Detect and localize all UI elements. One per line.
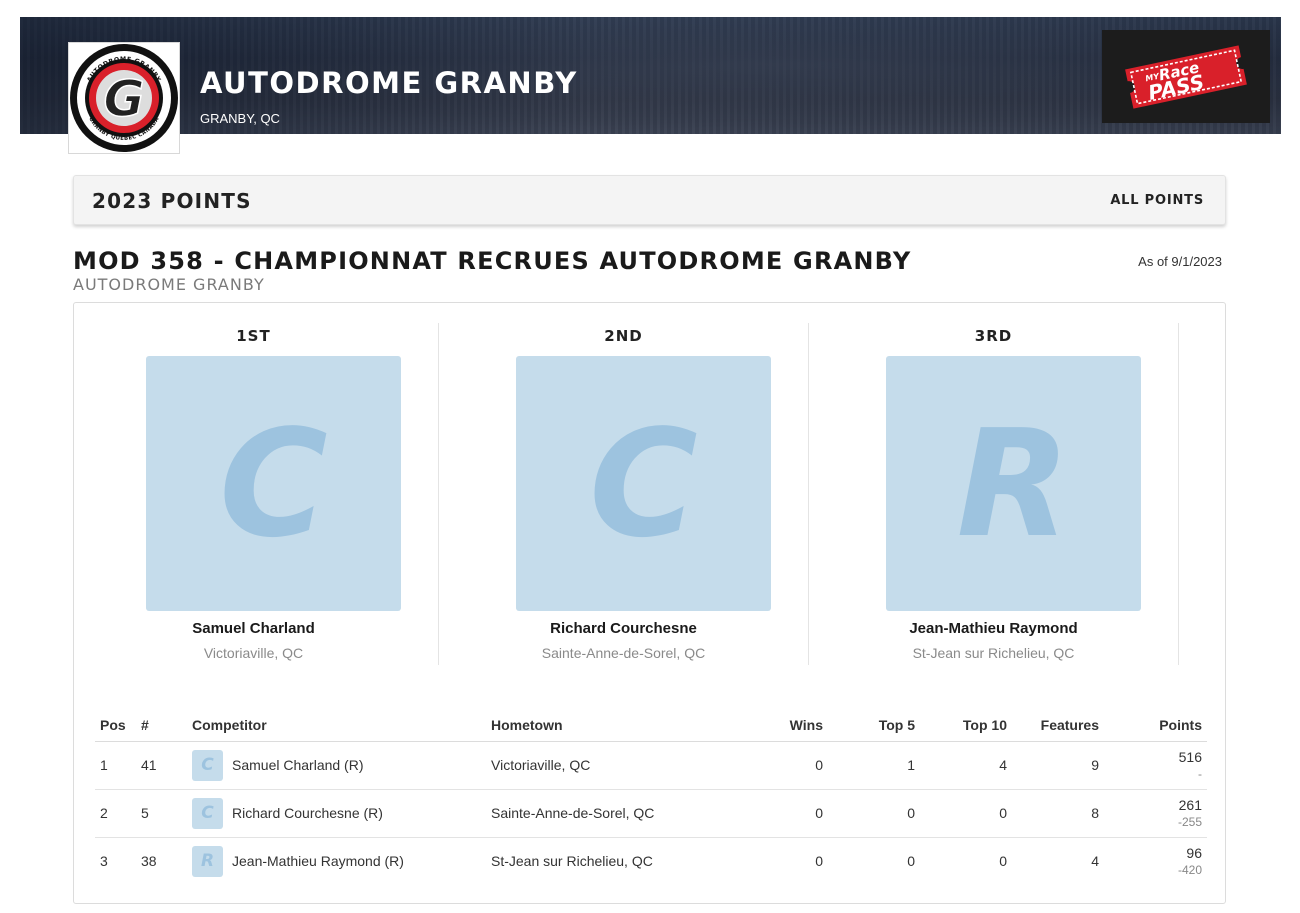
podium-driver-hometown: Sainte-Anne-de-Sorel, QC (541, 645, 706, 661)
competitor-name-link[interactable]: Richard Courchesne (R) (232, 805, 383, 821)
cell-wins: 0 (815, 853, 823, 870)
podium-place-label: 2ND (604, 327, 643, 345)
cell-competitor: R Jean-Mathieu Raymond (R) (192, 837, 491, 885)
points-behind: -255 (1177, 814, 1202, 829)
col-header-top5[interactable]: Top 5 (823, 709, 915, 742)
driver-avatar[interactable]: R (192, 845, 223, 877)
podium-driver-hometown: Victoriaville, QC (203, 645, 304, 661)
myracepass-ticket-icon: MY Race PASS (1125, 44, 1247, 109)
podium-place-label: 3RD (974, 327, 1013, 345)
driver-photo-placeholder[interactable]: R (886, 356, 1141, 611)
cell-features: 8 (1007, 789, 1099, 838)
driver-avatar[interactable]: C (192, 749, 223, 781)
cell-top5: 0 (823, 789, 915, 838)
competitor-name-link[interactable]: Samuel Charland (R) (232, 757, 364, 773)
cell-points: 96 -420 (1099, 837, 1207, 885)
svg-text:G: G (103, 70, 144, 128)
points-behind: - (1198, 766, 1202, 781)
cell-pos: 2 (95, 789, 141, 838)
podium-first: 1ST C Samuel Charland Victoriaville, QC (69, 323, 439, 665)
podium-driver-name[interactable]: Jean-Mathieu Raymond (809, 620, 1178, 637)
points-title: 2023 POINTS (92, 189, 252, 213)
podium-third: 3RD R Jean-Mathieu Raymond St-Jean sur R… (809, 323, 1179, 665)
cell-wins: 0 (743, 741, 823, 790)
col-header-wins[interactable]: Wins (743, 709, 823, 742)
track-location: GRANBY, QC (200, 111, 280, 126)
podium-place-label: 1ST (236, 327, 271, 345)
cell-points: 516 - (1099, 741, 1207, 790)
cell-hometown: Victoriaville, QC (491, 741, 743, 790)
class-subtitle: AUTODROME GRANBY (73, 275, 265, 294)
col-header-points[interactable]: Points (1099, 709, 1207, 742)
all-points-link[interactable]: ALL POINTS (1110, 193, 1204, 208)
cell-competitor: C Samuel Charland (R) (192, 741, 491, 790)
cell-hometown: St-Jean sur Richelieu, QC (491, 853, 653, 870)
autodrome-granby-logo-icon: G AUTODROME GRANBY GRANBY QUEBEC CANADA (70, 44, 178, 152)
podium-driver-hometown: St-Jean sur Richelieu, QC (912, 645, 1075, 661)
table-row: 3 38 R Jean-Mathieu Raymond (R) St-Jean … (95, 837, 1207, 885)
podium-driver-name[interactable]: Richard Courchesne (439, 620, 808, 637)
points-value: 96 (1186, 844, 1202, 861)
col-header-competitor[interactable]: Competitor (192, 709, 491, 742)
cell-pos: 1 (95, 741, 141, 790)
track-logo-icon[interactable]: G AUTODROME GRANBY GRANBY QUEBEC CANADA (68, 42, 180, 154)
myracepass-logo-icon[interactable]: MY Race PASS (1102, 30, 1270, 123)
cell-top5: 1 (823, 741, 915, 790)
cell-car-number: 38 (141, 853, 157, 870)
points-value: 261 (1178, 796, 1202, 813)
col-header-top10[interactable]: Top 10 (915, 709, 1007, 742)
table-header-row: Pos # Competitor Hometown Wins Top 5 Top… (95, 709, 1207, 742)
col-header-features[interactable]: Features (1007, 709, 1099, 742)
cell-features: 4 (1091, 853, 1099, 870)
cell-top10: 0 (915, 789, 1007, 838)
cell-top10: 0 (999, 853, 1007, 870)
track-name: AUTODROME GRANBY (200, 66, 578, 100)
competitor-name-link[interactable]: Jean-Mathieu Raymond (R) (232, 853, 404, 869)
cell-wins: 0 (743, 789, 823, 838)
driver-avatar[interactable]: C (192, 797, 223, 829)
points-value: 516 (1178, 748, 1202, 765)
podium-second: 2ND C Richard Courchesne Sainte-Anne-de-… (439, 323, 809, 665)
standings-table: Pos # Competitor Hometown Wins Top 5 Top… (95, 709, 1207, 885)
podium-driver-name[interactable]: Samuel Charland (69, 620, 438, 637)
points-header-bar: 2023 POINTS ALL POINTS (73, 175, 1226, 225)
points-behind: -420 (1177, 862, 1202, 877)
cell-competitor: C Richard Courchesne (R) (192, 789, 491, 838)
table-row: 2 5 C Richard Courchesne (R) Sainte-Anne… (95, 789, 1207, 838)
cell-car-number: 5 (141, 789, 192, 838)
col-header-number[interactable]: # (141, 709, 192, 742)
standings-card: 1ST C Samuel Charland Victoriaville, QC … (73, 302, 1226, 904)
cell-pos: 3 (100, 853, 108, 870)
cell-hometown: Sainte-Anne-de-Sorel, QC (491, 789, 743, 838)
cell-points: 261 -255 (1099, 789, 1207, 838)
cell-top5: 0 (907, 853, 915, 870)
col-header-hometown[interactable]: Hometown (491, 709, 743, 742)
cell-features: 9 (1007, 741, 1099, 790)
driver-photo-placeholder[interactable]: C (516, 356, 771, 611)
col-header-pos[interactable]: Pos (95, 709, 141, 742)
as-of-date: As of 9/1/2023 (1138, 254, 1222, 269)
table-row: 1 41 C Samuel Charland (R) Victoriaville… (95, 741, 1207, 790)
cell-top10: 4 (915, 741, 1007, 790)
driver-photo-placeholder[interactable]: C (146, 356, 401, 611)
cell-car-number: 41 (141, 741, 192, 790)
class-title: MOD 358 - CHAMPIONNAT RECRUES AUTODROME … (73, 247, 912, 275)
